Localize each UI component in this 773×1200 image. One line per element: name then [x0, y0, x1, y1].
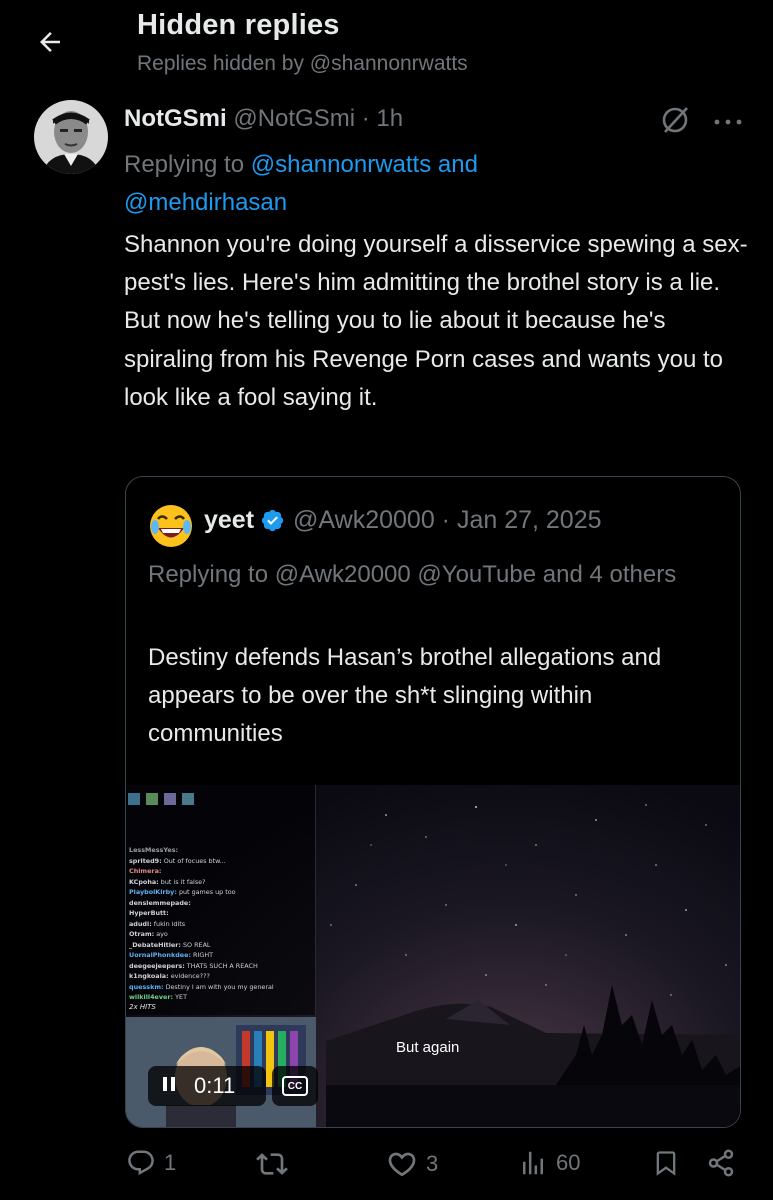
bookmark-button[interactable] [652, 1148, 680, 1178]
quote-author-handle[interactable]: @Awk20000 · Jan 27, 2025 [293, 506, 601, 535]
chat-text: but is it false? [158, 877, 206, 886]
replying-to-link-2[interactable]: @mehdirhasan [124, 189, 287, 216]
chat-username: HyperButt: [129, 909, 169, 917]
page-subtitle: Replies hidden by @shannonrwatts [137, 52, 468, 75]
pause-icon[interactable] [162, 1076, 176, 1097]
chat-text: Out of focues btw... [161, 856, 226, 865]
chat-message: UornalPhonkdee: RIGHT [126, 950, 315, 961]
verified-badge-icon [260, 508, 285, 533]
chat-text: put games up too [176, 888, 236, 896]
playback-control[interactable]: 0:11 [148, 1066, 266, 1106]
avatar[interactable] [34, 100, 108, 174]
chat-username: quesskm: [129, 982, 164, 991]
chat-username: Otram: [129, 930, 155, 938]
chat-message: quesskm: Destiny I am with you my genera… [126, 982, 315, 993]
reply-button[interactable]: 1 [126, 1148, 176, 1178]
chat-username: PlaybolKirby: [129, 888, 177, 896]
stream-chat-overlay: LessMessYes: sprited9: Out of focues btw… [126, 785, 316, 1015]
chat-text: SO REAL [180, 940, 211, 949]
chat-username: KCpoha: [129, 877, 159, 886]
replying-to-link-1[interactable]: @shannonrwatts and [251, 151, 478, 178]
chat-message: HyperButt: [126, 908, 315, 919]
replying-prefix: Replying to [124, 151, 251, 178]
chat-message: Chimera: [126, 866, 315, 877]
chat-username: denslemmepade: [129, 898, 191, 907]
hidden-reply-icon[interactable] [659, 104, 691, 141]
chat-text: RIGHT [191, 951, 214, 959]
desktop-icons [126, 793, 315, 805]
like-button[interactable]: 3 [386, 1148, 438, 1180]
quote-author-name[interactable]: yeet [204, 506, 254, 535]
chat-text: THATS SUCH A REACH [184, 961, 258, 970]
reply-count: 1 [164, 1150, 177, 1175]
retweet-button[interactable] [256, 1148, 296, 1180]
chat-text: YET [173, 993, 187, 1001]
share-button[interactable] [706, 1148, 736, 1178]
chat-message: k1ngkoala: evidence??? [126, 971, 315, 982]
chat-username: UornalPhonkdee: [129, 951, 192, 959]
chat-message: Otram: ayo [126, 929, 315, 940]
chat-username: LessMessYes: [129, 846, 179, 854]
more-options-icon[interactable] [713, 114, 743, 132]
laughing-emoji-icon [150, 505, 192, 547]
quote-replying-to: Replying to @Awk20000 @YouTube and 4 oth… [148, 561, 677, 588]
chat-text: Destiny I am with you my general [163, 982, 274, 991]
chat-message: adudi: fukin idits [126, 919, 315, 930]
chat-message: sprited9: Out of focues btw... [126, 856, 315, 867]
cc-icon: CC [282, 1076, 308, 1096]
quote-text: Destiny defends Hasan’s brothel allegati… [148, 644, 662, 748]
views-button[interactable]: 60 [518, 1148, 580, 1178]
share-icon [708, 1149, 734, 1177]
retweet-icon [256, 1153, 288, 1175]
chat-message: denslemmepade: [126, 898, 315, 909]
tweet-top-icons [659, 104, 743, 141]
tweet-author: NotGSmi @NotGSmi · 1h [124, 105, 403, 133]
chat-username: wilkill4ever: [129, 993, 174, 1001]
chat-message: deegeejeepers: THATS SUCH A REACH [126, 961, 315, 972]
video-caption: But again [396, 1039, 460, 1056]
chat-username: adudi: [129, 919, 152, 928]
avatar-image [34, 100, 108, 174]
quote-avatar[interactable] [148, 503, 194, 549]
back-button[interactable] [30, 22, 70, 62]
chat-username: Chimera: [129, 867, 162, 875]
quoted-tweet[interactable]: yeet @Awk20000 · Jan 27, 2025 Replying t… [125, 476, 741, 1128]
video-time: 0:11 [194, 1073, 236, 1098]
chat-message: KCpoha: but is it false? [126, 877, 315, 888]
chat-username: sprited9: [129, 856, 162, 865]
chat-message: wilkill4ever: YET [126, 992, 315, 1003]
author-name[interactable]: NotGSmi [124, 105, 227, 132]
replying-to: Replying to @shannonrwatts and @mehdirha… [124, 146, 724, 222]
bookmark-icon [656, 1151, 676, 1176]
chat-message: _DebateHitler: SO REAL [126, 940, 315, 951]
chat-username: k1ngkoala: [129, 972, 169, 980]
quote-author: yeet @Awk20000 · Jan 27, 2025 [204, 506, 602, 535]
chat-username: deegeejeepers: [129, 961, 185, 970]
video-player[interactable]: LessMessYes: sprited9: Out of focues btw… [126, 785, 740, 1127]
chat-username: _DebateHitler: [129, 940, 181, 949]
views-count: 60 [556, 1150, 581, 1175]
chat-message: LessMessYes: [126, 845, 315, 856]
tweet-actions: 1 3 60 [0, 1148, 773, 1194]
arrow-left-icon [40, 32, 60, 52]
heart-icon [388, 1152, 416, 1177]
chat-messages: LessMessYes: sprited9: Out of focues btw… [126, 845, 315, 1003]
reply-icon [128, 1150, 154, 1176]
hits-counter: 2x HITS [129, 1002, 156, 1011]
chat-text: ayo [154, 930, 168, 938]
tweet-text: Shannon you're doing yourself a disservi… [124, 231, 748, 411]
chat-message: PlaybolKirby: put games up too [126, 887, 315, 898]
chat-text: evidence??? [168, 972, 210, 980]
views-icon [523, 1151, 543, 1175]
chat-text: fukin idits [151, 919, 186, 928]
page-title: Hidden replies [137, 9, 340, 41]
like-count: 3 [426, 1151, 439, 1176]
page-header: Hidden replies Replies hidden by @shanno… [0, 0, 773, 88]
captions-button[interactable]: CC [272, 1066, 318, 1106]
author-handle[interactable]: @NotGSmi · 1h [233, 105, 403, 132]
